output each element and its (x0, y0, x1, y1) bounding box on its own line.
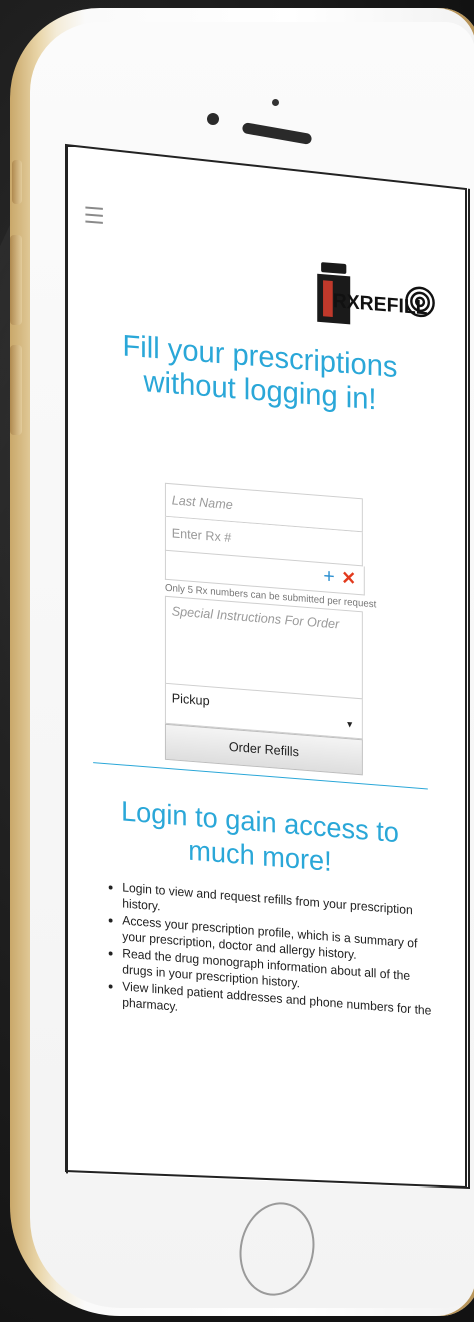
hamburger-menu-icon[interactable] (85, 206, 103, 224)
benefits-list: Login to view and request refills from y… (105, 878, 433, 1036)
x-icon[interactable]: ✕ (341, 568, 356, 590)
login-section-title: Login to gain access to much more! (121, 795, 399, 877)
volume-down-button (10, 345, 22, 435)
front-camera (207, 113, 219, 125)
volume-up-button (10, 235, 22, 325)
hero-title: Fill your prescriptions without logging … (122, 329, 398, 417)
plus-icon[interactable]: + (323, 565, 334, 589)
rxrefill-logo[interactable]: RXREFILL (313, 259, 439, 339)
caret-down-icon: ▼ (345, 718, 355, 730)
refill-form: Last Name Enter Rx # + ✕ Only 5 Rx numbe… (164, 482, 376, 776)
delivery-method-value: Pickup (171, 690, 210, 709)
web-page: RXREFILL Fill your prescriptions without… (66, 145, 466, 1185)
proximity-sensor (272, 99, 279, 106)
special-instructions-field[interactable]: Special Instructions For Order (164, 595, 363, 700)
mute-switch (12, 160, 22, 204)
